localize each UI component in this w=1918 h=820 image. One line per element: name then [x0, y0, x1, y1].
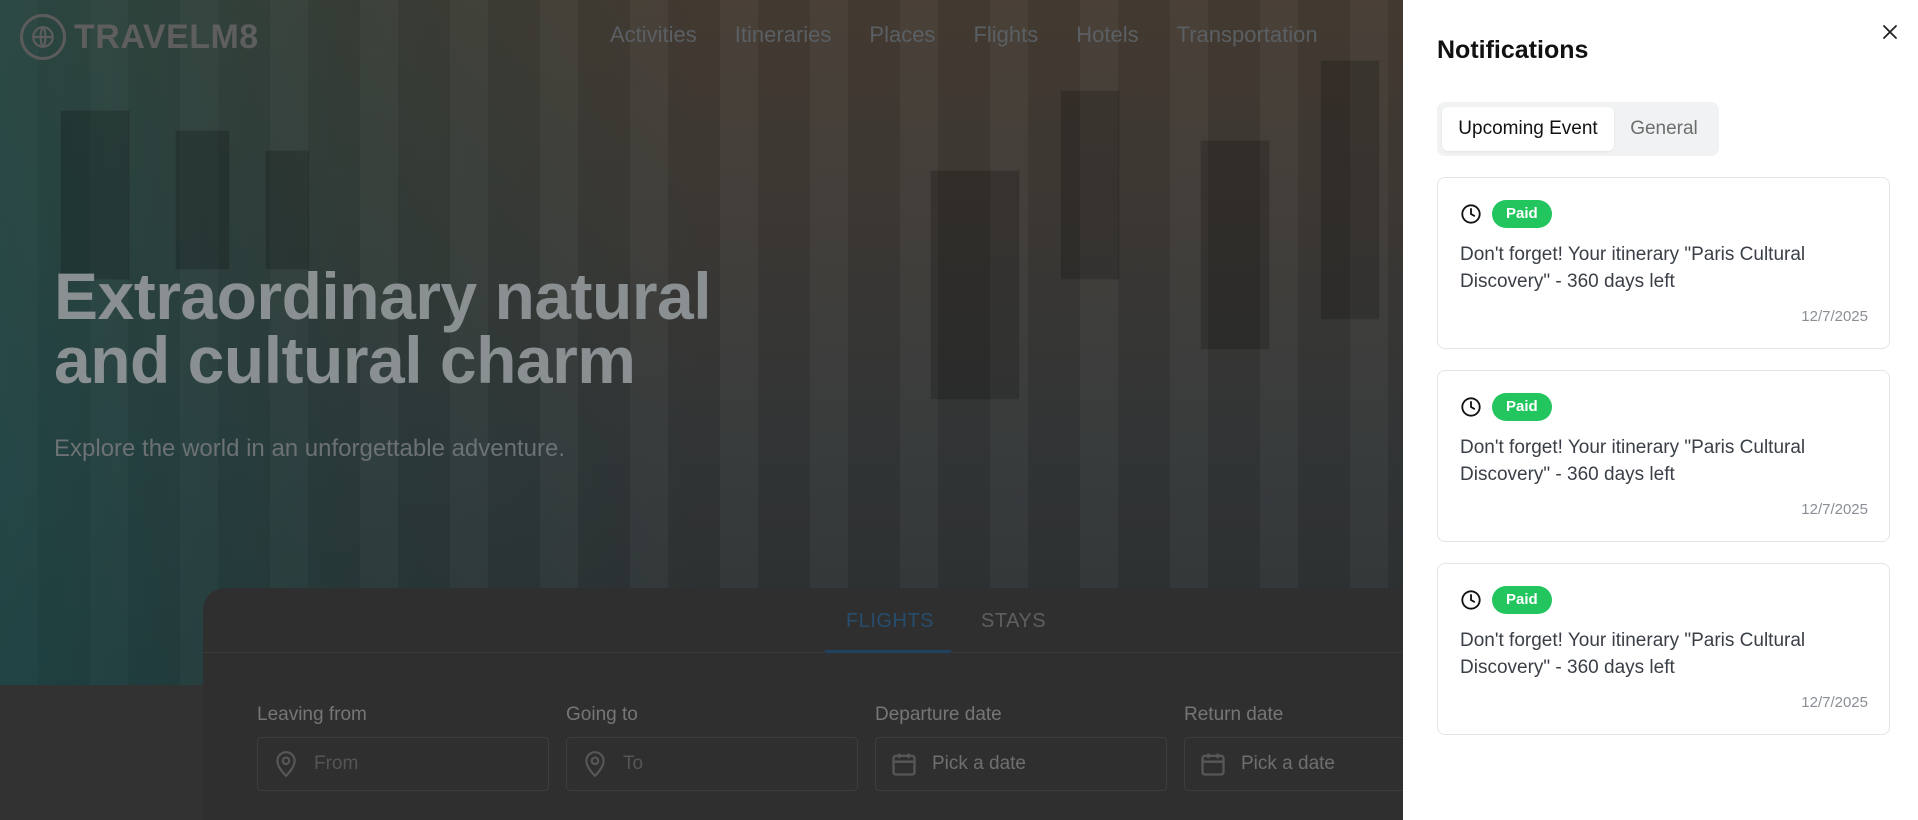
nav-item-itineraries[interactable]: Itineraries: [735, 22, 832, 48]
globe-icon: [20, 14, 66, 60]
hero-building-window: [1060, 90, 1120, 280]
tab-flights[interactable]: FLIGHTS: [846, 610, 934, 633]
nav-item-hotels[interactable]: Hotels: [1076, 22, 1138, 48]
map-pin-icon: [581, 750, 609, 778]
leaving-from-field: Leaving from From: [257, 704, 549, 791]
departure-date-label: Departure date: [875, 704, 1002, 725]
notification-header: Paid: [1460, 200, 1552, 228]
status-badge: Paid: [1492, 393, 1552, 421]
notification-date: 12/7/2025: [1801, 308, 1868, 325]
nav-item-transportation[interactable]: Transportation: [1177, 22, 1318, 48]
calendar-icon: [890, 750, 918, 778]
brand-logo[interactable]: TRAVELM8: [20, 14, 259, 60]
return-date-value: Pick a date: [1241, 753, 1335, 774]
notification-message: Don't forget! Your itinerary "Paris Cult…: [1460, 437, 1806, 485]
calendar-icon: [1199, 750, 1227, 778]
going-to-input[interactable]: To: [566, 737, 858, 791]
departure-date-picker[interactable]: Pick a date: [875, 737, 1167, 791]
main-nav: Activities Itineraries Places Flights Ho…: [610, 22, 1356, 48]
going-to-label: Going to: [566, 704, 638, 725]
active-tab-indicator: [825, 650, 951, 653]
leaving-from-label: Leaving from: [257, 704, 367, 725]
tab-upcoming-event[interactable]: Upcoming Event: [1442, 107, 1614, 151]
brand-name: TRAVELM8: [74, 17, 259, 56]
notification-card[interactable]: Paid Don't forget! Your itinerary "Paris…: [1437, 177, 1890, 349]
notifications-title: Notifications: [1437, 36, 1589, 64]
tab-stays[interactable]: STAYS: [981, 610, 1046, 633]
map-pin-icon: [272, 750, 300, 778]
clock-icon: [1461, 590, 1481, 610]
hero-building-window: [930, 170, 1020, 400]
nav-item-activities[interactable]: Activities: [610, 22, 697, 48]
clock-icon: [1461, 204, 1481, 224]
hero-building-window: [265, 150, 310, 270]
nav-item-flights[interactable]: Flights: [973, 22, 1038, 48]
hero-building-window: [175, 130, 230, 270]
going-to-placeholder: To: [623, 753, 644, 774]
close-icon: [1883, 25, 1897, 39]
status-badge: Paid: [1492, 586, 1552, 614]
leaving-from-placeholder: From: [314, 753, 359, 774]
notification-date: 12/7/2025: [1801, 694, 1868, 711]
nav-item-places[interactable]: Places: [869, 22, 935, 48]
hero-building-window: [1200, 140, 1270, 350]
notification-message: Don't forget! Your itinerary "Paris Cult…: [1460, 630, 1806, 678]
notification-tabs: Upcoming Event General: [1437, 102, 1719, 156]
hero-building-window: [1320, 60, 1380, 320]
notifications-panel: Notifications Upcoming Event General Pai…: [1403, 0, 1918, 820]
leaving-from-input[interactable]: From: [257, 737, 549, 791]
notification-date: 12/7/2025: [1801, 501, 1868, 518]
hero-title: Extraordinary natural and cultural charm: [54, 259, 712, 397]
hero-subtitle: Explore the world in an unforgettable ad…: [54, 435, 565, 462]
clock-icon: [1461, 397, 1481, 417]
notification-card[interactable]: Paid Don't forget! Your itinerary "Paris…: [1437, 563, 1890, 735]
going-to-field: Going to To: [566, 704, 858, 791]
notification-message: Don't forget! Your itinerary "Paris Cult…: [1460, 244, 1806, 292]
departure-date-value: Pick a date: [932, 753, 1026, 774]
notification-header: Paid: [1460, 586, 1552, 614]
notification-header: Paid: [1460, 393, 1552, 421]
notification-card[interactable]: Paid Don't forget! Your itinerary "Paris…: [1437, 370, 1890, 542]
status-badge: Paid: [1492, 200, 1552, 228]
close-button[interactable]: [1878, 20, 1902, 44]
hero-building-window: [60, 110, 130, 280]
tab-general[interactable]: General: [1614, 107, 1714, 151]
departure-date-field: Departure date Pick a date: [875, 704, 1167, 791]
